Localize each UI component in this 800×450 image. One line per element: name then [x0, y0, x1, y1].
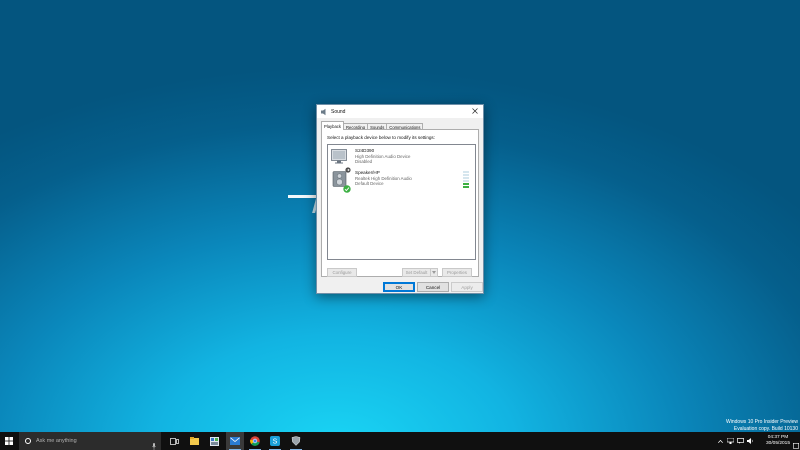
action-center-button[interactable] — [735, 432, 745, 450]
chevron-up-icon — [717, 439, 723, 443]
settings-icon — [291, 436, 301, 446]
microphone-icon[interactable] — [152, 437, 156, 450]
configure-button[interactable]: Configure — [327, 268, 357, 277]
tab-playback[interactable]: Playback — [321, 121, 344, 130]
volume-button[interactable] — [745, 432, 755, 450]
chrome-button[interactable] — [246, 432, 264, 450]
playback-panel: Select a playback device below to modify… — [321, 129, 479, 277]
volume-icon — [746, 438, 753, 444]
level-segment — [463, 174, 469, 176]
level-segment — [463, 171, 469, 173]
instruction-text: Select a playback device below to modify… — [327, 135, 436, 140]
mail-icon — [230, 437, 240, 445]
level-segment — [463, 180, 469, 182]
list-item-device-speaker-hp[interactable]: Speaker/HP Realtek High Definition Audio… — [330, 169, 473, 193]
control-panel-icon — [209, 436, 219, 446]
cortana-icon — [25, 438, 31, 444]
settings-button[interactable] — [287, 432, 305, 450]
level-segment — [463, 177, 469, 179]
sound-dialog: Sound Playback Recording Sounds Communic… — [316, 104, 484, 294]
build-watermark: Windows 10 Pro Insider Preview Evaluatio… — [726, 419, 798, 433]
control-panel-button[interactable] — [205, 432, 223, 450]
message-icon — [736, 438, 744, 444]
apply-button[interactable]: Apply — [451, 282, 483, 292]
level-segment — [463, 183, 469, 185]
list-item-device-s24d390[interactable]: S24D390 High Definition Audio Device Dis… — [330, 147, 473, 173]
dialog-titlebar[interactable]: Sound — [317, 105, 483, 118]
close-button[interactable] — [469, 105, 481, 117]
notification-icon — [793, 443, 800, 449]
taskbar-clock[interactable]: 04:37 PM 30/05/2015 — [766, 435, 790, 447]
set-default-label: Set Default — [405, 270, 428, 275]
search-placeholder: Ask me anything — [36, 438, 77, 444]
sound-window-button[interactable] — [226, 432, 244, 450]
desktop-logo-bar — [288, 195, 318, 198]
svg-text:S: S — [273, 439, 278, 446]
properties-button[interactable]: Properties — [442, 268, 472, 277]
network-button[interactable] — [725, 432, 735, 450]
start-button[interactable] — [0, 432, 18, 450]
search-box[interactable]: Ask me anything — [19, 432, 161, 450]
ok-button[interactable]: OK — [383, 282, 415, 292]
device-list[interactable]: S24D390 High Definition Audio Device Dis… — [327, 144, 476, 260]
close-icon — [472, 108, 478, 114]
device-name: Speaker/HP — [355, 170, 380, 175]
clock-date: 30/05/2015 — [765, 441, 790, 446]
tray-overflow-button[interactable] — [715, 432, 725, 450]
device-name: S24D390 — [355, 148, 375, 153]
set-default-button[interactable]: Set Default — [402, 268, 438, 277]
skype-icon: S — [270, 436, 280, 446]
chrome-icon — [250, 436, 260, 446]
device-status: Disabled — [355, 159, 373, 164]
speaker-app-icon — [320, 108, 328, 116]
dialog-title: Sound — [331, 108, 346, 115]
show-desktop-button[interactable] — [793, 437, 800, 450]
network-icon — [726, 438, 734, 444]
volume-level-meter — [463, 171, 469, 188]
file-explorer-icon — [189, 437, 199, 445]
windows-logo-icon — [5, 437, 13, 445]
watermark-edition: Windows 10 Pro Insider Preview — [726, 419, 798, 425]
skype-button[interactable]: S — [266, 432, 284, 450]
default-check-icon — [343, 180, 351, 198]
level-segment — [463, 186, 469, 188]
chevron-down-icon[interactable] — [430, 269, 437, 276]
task-view-icon — [169, 437, 179, 445]
taskbar: Ask me anything S 04:37 PM 30/05/2015 — [0, 432, 800, 450]
task-view-button[interactable] — [165, 432, 183, 450]
device-status: Default Device — [355, 181, 384, 186]
cancel-button[interactable]: Cancel — [417, 282, 449, 292]
file-explorer-button[interactable] — [185, 432, 203, 450]
